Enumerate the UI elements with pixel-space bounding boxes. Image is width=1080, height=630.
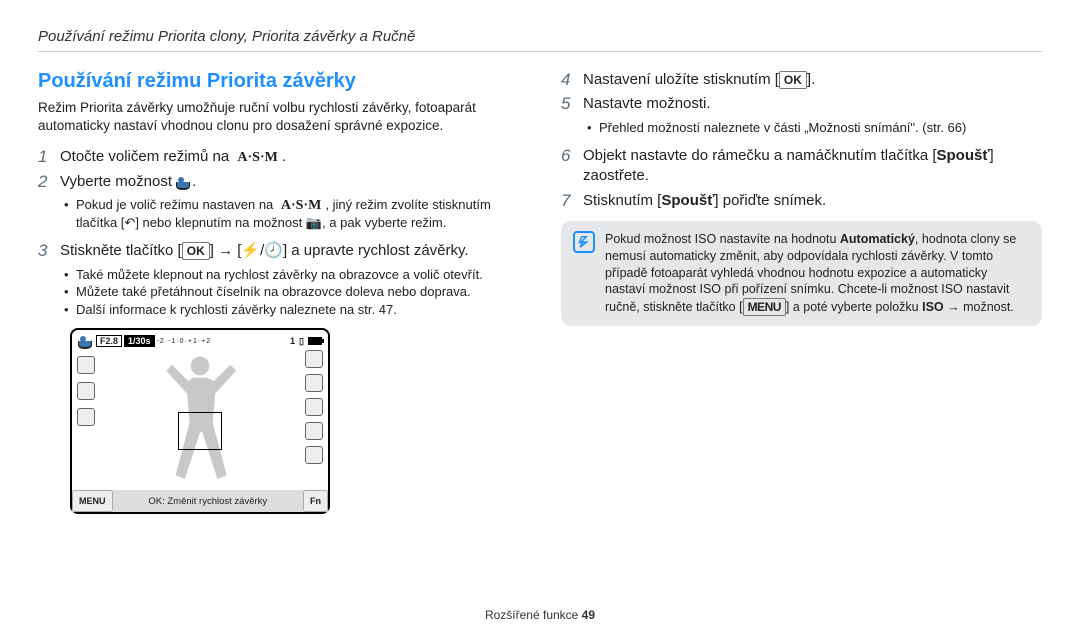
camera-icon: 📷 — [306, 215, 322, 230]
step-text: Otočte voličem režimů na — [60, 148, 233, 165]
step-text: Objekt nastavte do rámečku a namáčknutím… — [583, 147, 937, 164]
step-5: 5 Nastavte možnosti. — [561, 94, 1042, 114]
step-1: 1 Otočte voličem režimů na A·S·M. — [38, 147, 519, 167]
section-heading: Používání režimu Priorita závěrky — [38, 70, 519, 93]
list-item: Pokud je volič režimu nastaven na A·S·M,… — [64, 196, 519, 232]
step-2: 2 Vyberte možnost . — [38, 172, 519, 192]
side-icon — [305, 422, 323, 440]
step-3: 3 Stiskněte tlačítko [OK] → [⚡/🕗] a upra… — [38, 241, 519, 261]
step-text: Nastavení uložíte stisknutím [ — [583, 71, 779, 88]
ok-button-icon: OK — [182, 242, 210, 260]
step-number: 7 — [561, 191, 583, 211]
list-item: Můžete také přetáhnout číselník na obraz… — [64, 283, 519, 301]
step-7: 7 Stisknutím [Spoušť] pořiďte snímek. — [561, 191, 1042, 211]
menu-osd-button: MENU — [72, 490, 113, 512]
side-icon — [305, 374, 323, 392]
page-footer: Rozšířené funkce 49 — [0, 608, 1080, 622]
note-text: Pokud možnost ISO nastavíte na hodnotu A… — [605, 231, 1030, 317]
content-columns: Používání režimu Priorita závěrky Režim … — [38, 70, 1042, 514]
breadcrumb: Používání režimu Priorita clony, Priorit… — [38, 28, 1042, 52]
camera-preview: F2.8 1/30s -2·-1·0·+1·+2 1 ▯ — [70, 328, 330, 514]
focus-box — [178, 412, 222, 450]
sd-card-icon: ▯ — [299, 336, 304, 347]
step-3-sublist: Také můžete klepnout na rychlost závěrky… — [64, 266, 519, 319]
fn-osd-button: Fn — [303, 490, 328, 512]
left-column: Používání režimu Priorita závěrky Režim … — [38, 70, 519, 514]
step-text: Stiskněte tlačítko [ — [60, 242, 182, 259]
step-number: 1 — [38, 147, 60, 167]
step-text: Nastavte možnosti. — [583, 94, 711, 114]
side-icon — [305, 398, 323, 416]
ev-scale: -2·-1·0·+1·+2 — [157, 338, 212, 345]
aperture-badge: F2.8 — [96, 335, 122, 347]
info-note: Pokud možnost ISO nastavíte na hodnotu A… — [561, 221, 1042, 327]
back-icon: ↶ — [124, 215, 135, 230]
shutter-label: Spoušť — [661, 192, 714, 209]
intro-paragraph: Režim Priorita závěrky umožňuje ruční vo… — [38, 99, 519, 135]
osd-hint: OK: Změnit rychlost závěrky — [113, 496, 304, 507]
step-5-sublist: Přehled možností naleznete v části „Možn… — [587, 119, 1042, 137]
camera-screen: F2.8 1/30s -2·-1·0·+1·+2 1 ▯ — [70, 328, 330, 514]
step-number: 5 — [561, 94, 583, 114]
step-text: Stisknutím [ — [583, 192, 661, 209]
step-number: 2 — [38, 172, 60, 192]
step-number: 3 — [38, 241, 60, 261]
shutter-mode-icon — [176, 175, 192, 189]
step-4: 4 Nastavení uložíte stisknutím [OK]. — [561, 70, 1042, 90]
list-item: Přehled možností naleznete v části „Možn… — [587, 119, 1042, 137]
step-6: 6 Objekt nastavte do rámečku a namáčknut… — [561, 146, 1042, 187]
shutter-label: Spoušť — [937, 147, 990, 164]
side-icon — [77, 382, 95, 400]
step-text: Vyberte možnost — [60, 173, 176, 190]
battery-icon — [308, 337, 322, 345]
step-2-sublist: Pokud je volič režimu nastaven na A·S·M,… — [64, 196, 519, 232]
info-icon — [573, 231, 595, 253]
side-icon — [77, 408, 95, 426]
flash-timer-icon: ⚡/🕗 — [241, 242, 283, 259]
shutter-badge: 1/30s — [124, 335, 155, 347]
list-item: Další informace k rychlosti závěrky nale… — [64, 301, 519, 319]
ok-button-icon: OK — [779, 71, 807, 89]
side-icon — [305, 446, 323, 464]
shot-count: 1 — [290, 336, 295, 346]
mode-badge-icon — [78, 334, 94, 348]
mode-asm-icon: A·S·M — [277, 198, 325, 214]
list-item: Také můžete klepnout na rychlost závěrky… — [64, 266, 519, 284]
right-column: 4 Nastavení uložíte stisknutím [OK]. 5 N… — [561, 70, 1042, 514]
menu-button-icon: MENU — [743, 298, 786, 316]
side-icon — [305, 350, 323, 368]
step-number: 4 — [561, 70, 583, 90]
step-number: 6 — [561, 146, 583, 187]
mode-asm-icon: A·S·M — [233, 150, 281, 166]
side-icon — [77, 356, 95, 374]
